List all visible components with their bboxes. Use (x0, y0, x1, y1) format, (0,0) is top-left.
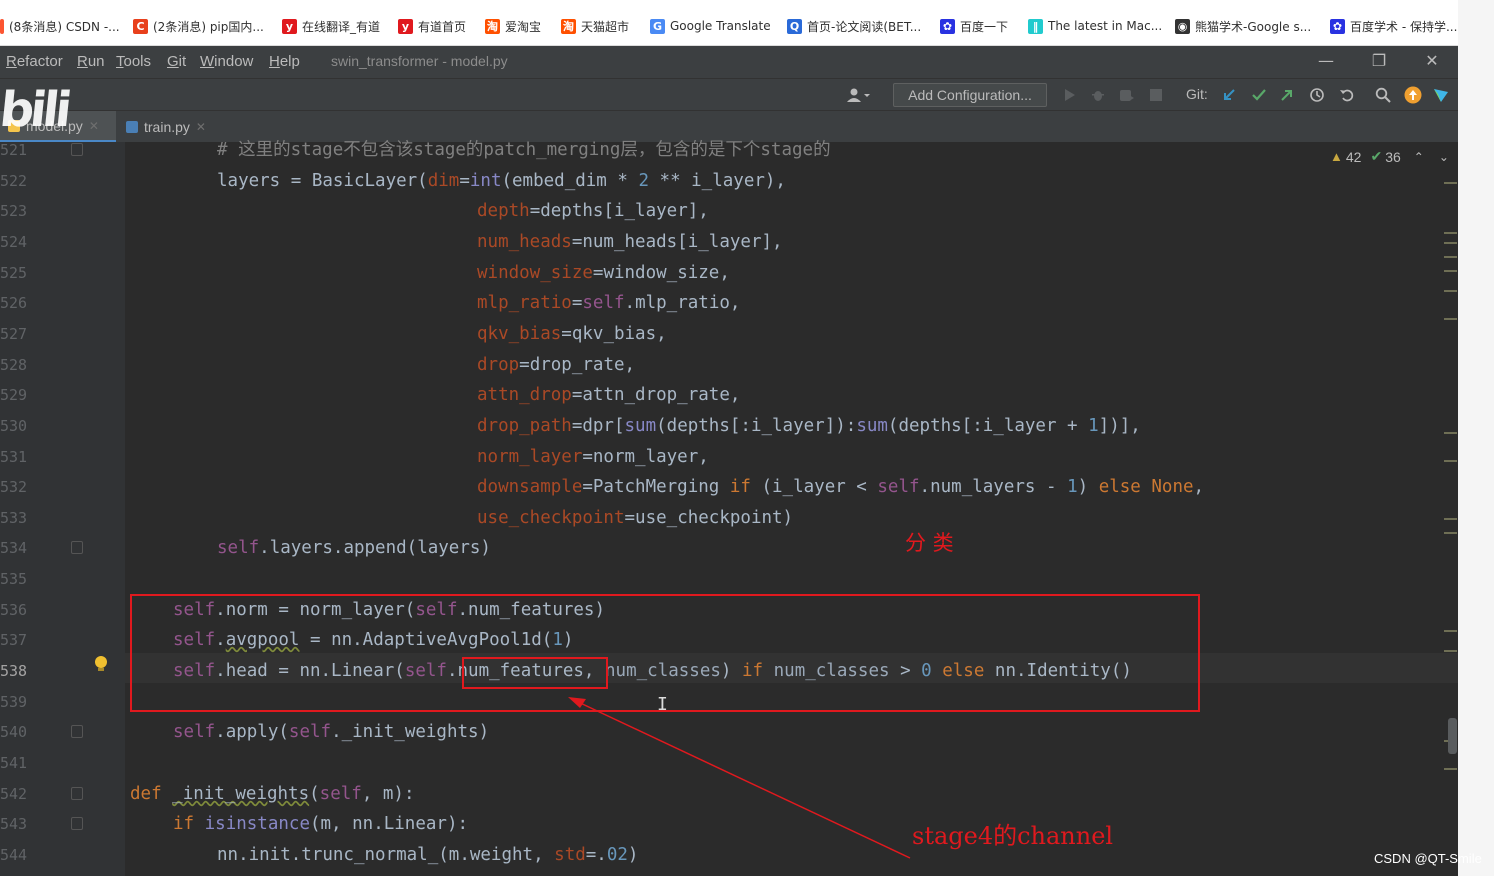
annotation-channel-label: stage4的channel (912, 822, 1114, 850)
annotation-arrow (568, 697, 911, 859)
csdn-watermark: CSDN @QT-Smile (1374, 851, 1482, 866)
annotation-classify-label: 分 类 (905, 531, 954, 555)
text-cursor-icon: I (657, 694, 668, 715)
